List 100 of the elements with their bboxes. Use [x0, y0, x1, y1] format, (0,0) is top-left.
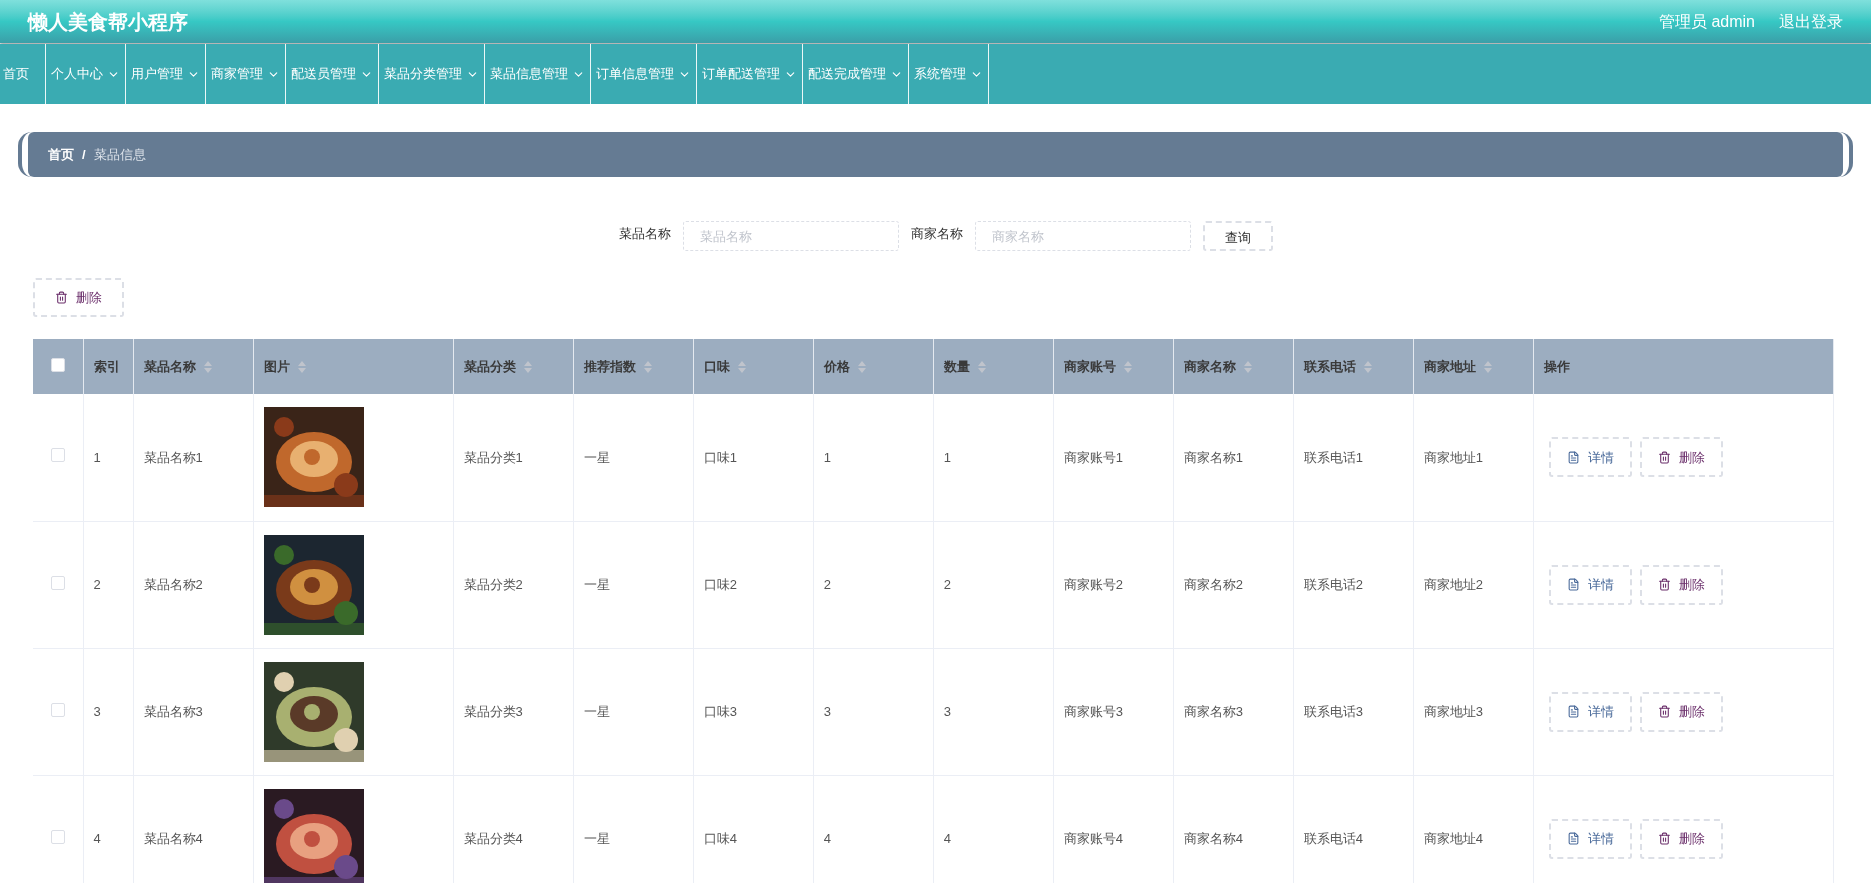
detail-button[interactable]: 详情: [1548, 818, 1632, 859]
trash-icon: [55, 291, 68, 304]
field-label: 商家名称: [910, 225, 963, 244]
table-cell: 商家账号2: [1053, 521, 1174, 648]
column-header[interactable]: 联系电话: [1293, 339, 1414, 394]
table-cell: 商家地址4: [1413, 775, 1534, 883]
nav-item[interactable]: 菜品信息管理: [485, 44, 591, 104]
table-cell: 3: [83, 648, 133, 775]
table-cell: 2: [933, 521, 1054, 648]
table-cell: 1: [83, 394, 133, 521]
table-cell: 一星: [573, 648, 694, 775]
nav-item[interactable]: 商家管理: [206, 44, 286, 104]
field-label: 菜品名称: [618, 225, 671, 244]
nav-item[interactable]: 订单信息管理: [591, 44, 697, 104]
table-cell: 2: [83, 521, 133, 648]
sort-icon[interactable]: [1483, 360, 1492, 373]
table-cell: 商家名称1: [1173, 394, 1294, 521]
table-cell: 商家地址1: [1413, 394, 1534, 521]
detail-button[interactable]: 详情: [1548, 564, 1632, 605]
sort-icon[interactable]: [1123, 360, 1132, 373]
table-cell: 商家账号3: [1053, 648, 1174, 775]
nav-item[interactable]: 首页: [0, 44, 46, 104]
table-cell: 菜品分类4: [453, 775, 574, 883]
document-icon: [1566, 450, 1580, 464]
table-cell: 商家账号4: [1053, 775, 1174, 883]
column-header[interactable]: 价格: [813, 339, 934, 394]
breadcrumb-item: 菜品信息: [93, 145, 146, 164]
table-cell: 口味1: [693, 394, 814, 521]
user-label: 管理员 admin: [1658, 11, 1755, 32]
sort-icon[interactable]: [977, 360, 986, 373]
nav-item[interactable]: 用户管理: [126, 44, 206, 104]
delete-button[interactable]: 删除: [1639, 437, 1723, 478]
table-cell: 口味2: [693, 521, 814, 648]
table-cell: 菜品名称3: [133, 648, 254, 775]
sort-icon[interactable]: [203, 360, 212, 373]
table-cell: 一星: [573, 775, 694, 883]
delete-button[interactable]: 删除: [1639, 818, 1723, 859]
table-cell: 4: [813, 775, 934, 883]
nav-item[interactable]: 菜品分类管理: [379, 44, 485, 104]
breadcrumb-item[interactable]: 首页: [48, 144, 74, 165]
sort-icon[interactable]: [1243, 360, 1252, 373]
delete-button[interactable]: 删除: [33, 278, 124, 317]
sort-icon[interactable]: [297, 360, 306, 373]
detail-button[interactable]: 详情: [1548, 691, 1632, 732]
sort-icon[interactable]: [643, 360, 652, 373]
table-cell: 3: [813, 648, 934, 775]
delete-button[interactable]: 删除: [1639, 564, 1723, 605]
table-cell: 1: [813, 394, 934, 521]
sort-icon[interactable]: [1363, 360, 1372, 373]
sort-icon[interactable]: [523, 360, 532, 373]
column-header[interactable]: 推荐指数: [573, 339, 694, 394]
sort-icon[interactable]: [737, 360, 746, 373]
table-cell: 菜品名称2: [133, 521, 254, 648]
table-cell: 口味4: [693, 775, 814, 883]
document-icon: [1566, 578, 1580, 591]
table-cell: 商家地址3: [1413, 648, 1534, 775]
nav-item[interactable]: 订单配送管理: [697, 44, 803, 104]
checkbox[interactable]: [50, 829, 65, 844]
search-field[interactable]: 商家名称: [974, 221, 1191, 251]
table-cell: 商家名称3: [1173, 648, 1294, 775]
column-header: 索引: [83, 339, 133, 394]
checkbox[interactable]: [50, 448, 65, 463]
nav-item[interactable]: 配送完成管理: [803, 44, 909, 104]
table-cell: 4: [933, 775, 1054, 883]
table-cell: 菜品分类2: [453, 521, 574, 648]
table-cell: 商家名称2: [1173, 521, 1294, 648]
nav-item[interactable]: 配送员管理: [286, 44, 379, 104]
delete-button[interactable]: 删除: [1639, 691, 1723, 732]
column-header: 操作: [1533, 339, 1834, 394]
trash-icon: [1657, 832, 1671, 845]
column-header[interactable]: 菜品分类: [453, 339, 574, 394]
column-header[interactable]: 商家账号: [1053, 339, 1174, 394]
table-cell: 菜品名称4: [133, 775, 254, 883]
trash-icon: [1657, 578, 1671, 591]
table-cell: 口味3: [693, 648, 814, 775]
table-cell: 菜品分类1: [453, 394, 574, 521]
column-header[interactable]: 商家地址: [1413, 339, 1534, 394]
table-cell: 联系电话1: [1293, 394, 1414, 521]
checkbox[interactable]: [50, 702, 65, 717]
document-icon: [1566, 705, 1580, 718]
checkbox[interactable]: [50, 575, 65, 590]
table-cell: 商家地址2: [1413, 521, 1534, 648]
nav-item[interactable]: 系统管理: [909, 44, 989, 104]
table-cell: 菜品分类3: [453, 648, 574, 775]
table-cell: 联系电话4: [1293, 775, 1414, 883]
trash-icon: [1657, 705, 1671, 718]
column-header[interactable]: 图片: [253, 339, 454, 394]
table-cell: 商家名称4: [1173, 775, 1294, 883]
trash-icon: [1657, 450, 1671, 464]
checkbox[interactable]: [50, 357, 65, 372]
column-header[interactable]: 菜品名称: [133, 339, 254, 394]
column-header[interactable]: 数量: [933, 339, 1054, 394]
search-button[interactable]: 查询: [1202, 221, 1273, 251]
document-icon: [1566, 832, 1580, 845]
sort-icon[interactable]: [857, 360, 866, 373]
nav-item[interactable]: 个人中心: [46, 44, 126, 104]
detail-button[interactable]: 详情: [1548, 437, 1632, 478]
column-header[interactable]: 口味: [693, 339, 814, 394]
column-header[interactable]: 商家名称: [1173, 339, 1294, 394]
search-field[interactable]: 菜品名称: [682, 221, 899, 251]
